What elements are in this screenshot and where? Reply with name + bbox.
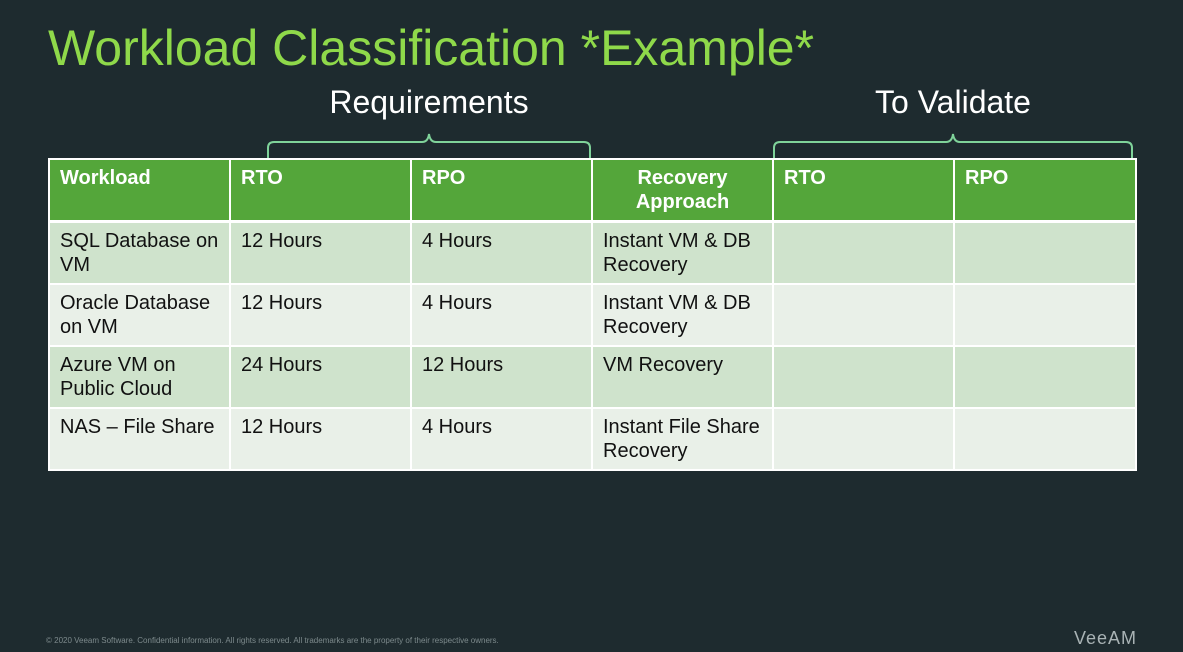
cell-workload: NAS – File Share — [48, 407, 231, 471]
cell-validate-rpo — [953, 283, 1137, 347]
table-header-row: Workload RTO RPO Recovery Approach RTO R… — [48, 158, 1137, 223]
header-recovery-approach: Recovery Approach — [591, 158, 774, 223]
veeam-logo: VeeAM — [1073, 628, 1137, 648]
requirements-bracket — [267, 133, 591, 158]
cell-workload: Oracle Database on VM — [48, 283, 231, 347]
cell-recovery-approach: VM Recovery — [591, 345, 774, 409]
cell-rpo: 12 Hours — [410, 345, 593, 409]
cell-rto: 12 Hours — [229, 220, 412, 285]
cell-recovery-approach: Instant File Share Recovery — [591, 407, 774, 471]
table-row: SQL Database on VM 12 Hours 4 Hours Inst… — [48, 220, 1137, 285]
cell-workload: Azure VM on Public Cloud — [48, 345, 231, 409]
cell-rpo: 4 Hours — [410, 283, 593, 347]
cell-validate-rto — [772, 345, 955, 409]
group-brackets — [267, 133, 1133, 158]
to-validate-bracket — [773, 133, 1133, 158]
cell-validate-rpo — [953, 407, 1137, 471]
cell-validate-rpo — [953, 220, 1137, 285]
cell-recovery-approach: Instant VM & DB Recovery — [591, 283, 774, 347]
cell-validate-rto — [772, 220, 955, 285]
header-validate-rto: RTO — [772, 158, 955, 223]
copyright-footer: © 2020 Veeam Software. Confidential info… — [46, 636, 499, 645]
cell-recovery-approach: Instant VM & DB Recovery — [591, 220, 774, 285]
cell-rto: 12 Hours — [229, 283, 412, 347]
cell-validate-rpo — [953, 345, 1137, 409]
cell-workload: SQL Database on VM — [48, 220, 231, 285]
cell-rto: 24 Hours — [229, 345, 412, 409]
table-row: Oracle Database on VM 12 Hours 4 Hours I… — [48, 283, 1137, 347]
cell-validate-rto — [772, 283, 955, 347]
workload-table: Workload RTO RPO Recovery Approach RTO R… — [48, 158, 1137, 471]
cell-rpo: 4 Hours — [410, 407, 593, 471]
header-validate-rpo: RPO — [953, 158, 1137, 223]
cell-rpo: 4 Hours — [410, 220, 593, 285]
header-rpo: RPO — [410, 158, 593, 223]
cell-rto: 12 Hours — [229, 407, 412, 471]
cell-validate-rto — [772, 407, 955, 471]
table-row: Azure VM on Public Cloud 24 Hours 12 Hou… — [48, 345, 1137, 409]
header-workload: Workload — [48, 158, 231, 223]
header-rto: RTO — [229, 158, 412, 223]
table-row: NAS – File Share 12 Hours 4 Hours Instan… — [48, 407, 1137, 471]
